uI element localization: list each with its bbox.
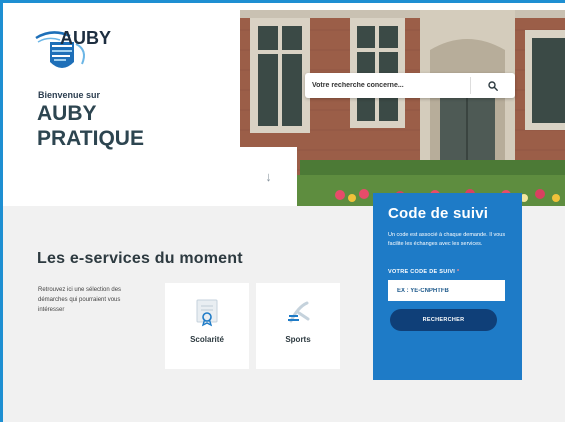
service-card-label: Scolarité bbox=[190, 335, 224, 344]
service-card-scolarite[interactable]: Scolarité bbox=[165, 283, 249, 369]
search-bar bbox=[305, 73, 515, 98]
service-card-label: Sports bbox=[285, 335, 311, 344]
search-input[interactable] bbox=[305, 73, 470, 98]
sports-icon bbox=[283, 297, 313, 327]
certificate-icon bbox=[192, 297, 222, 327]
tracking-description: Un code est associé à chaque demande. Il… bbox=[388, 232, 506, 247]
page-title-line-2: PRATIQUE bbox=[37, 127, 144, 150]
search-tracking-button[interactable]: RECHERCHER bbox=[390, 309, 497, 331]
page-title: AUBY PRATIQUE bbox=[37, 101, 144, 151]
tracking-code-input[interactable] bbox=[388, 280, 505, 301]
arrow-down-icon: ↓ bbox=[265, 169, 272, 184]
tracking-panel: Code de suivi Un code est associé à chaq… bbox=[373, 193, 522, 380]
search-icon bbox=[488, 80, 498, 91]
services-description: Retrouvez ici une sélection des démarche… bbox=[38, 287, 122, 313]
search-button[interactable] bbox=[471, 73, 515, 98]
tracking-code-label: VOTRE CODE DE SUIVI * bbox=[388, 269, 509, 275]
tracking-title: Code de suivi bbox=[388, 205, 489, 222]
welcome-text: Bienvenue sur bbox=[38, 90, 101, 100]
scroll-down-button[interactable]: ↓ bbox=[240, 147, 297, 206]
required-mark: * bbox=[456, 269, 460, 275]
brand-name: AUBY bbox=[60, 28, 111, 48]
service-card-sports[interactable]: Sports bbox=[256, 283, 340, 369]
tracking-code-label-text: VOTRE CODE DE SUIVI bbox=[388, 269, 456, 275]
page-title-line-1: AUBY bbox=[37, 102, 97, 125]
services-title: Les e-services du moment bbox=[37, 250, 243, 267]
auby-logo[interactable]: AUBY bbox=[30, 24, 120, 80]
